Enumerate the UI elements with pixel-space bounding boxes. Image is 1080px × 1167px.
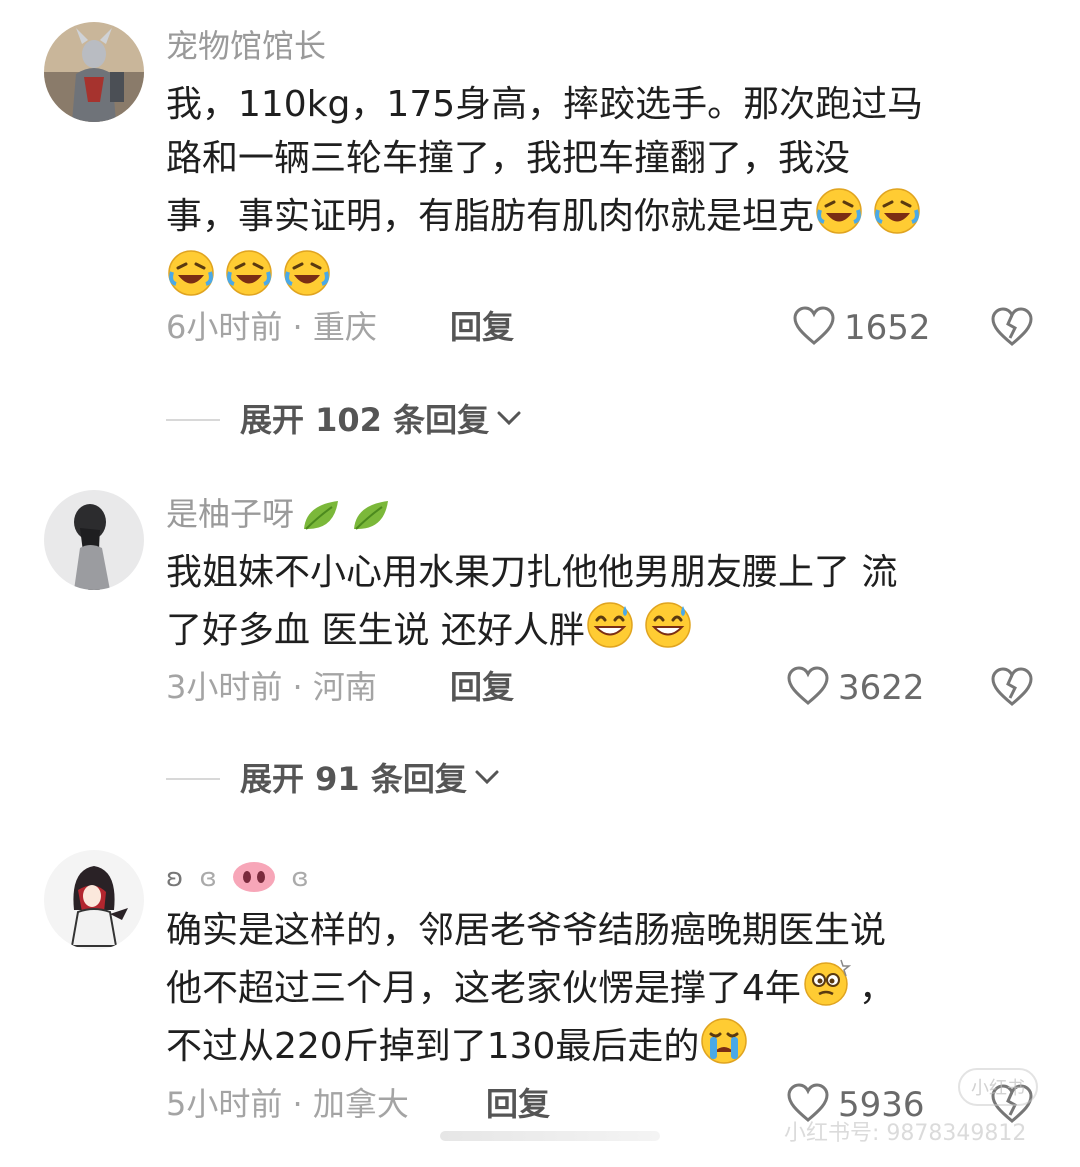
reply-button[interactable]: 回复 [486,1084,550,1124]
comment-text: 确实是这样的，邻居老爷爷结肠癌晚期医生说 他不超过三个月，这老家伙愣是撑了4年 ，… [166,904,1046,1074]
divider-line [166,419,220,421]
comment-time-location: 6小时前 · 重庆 [166,308,377,346]
comment-line-text: 不过从220斤掉到了130最后走的 [166,1026,700,1067]
broken-heart-icon [991,307,1033,346]
home-indicator [440,1131,660,1141]
comment-line-text: 了好多血 医生说 还好人胖 [166,610,585,651]
comment-line-suffix: ， [858,968,895,1009]
like-button[interactable]: 1652 [792,305,931,351]
like-count: 1652 [844,308,931,348]
avatar-image [44,490,144,590]
avatar[interactable] [44,490,144,590]
comment-line-text: 他不超过三个月，这老家伙愣是撑了4年 [166,968,801,1009]
username[interactable]: ʚ ɞ ɞ [166,858,309,906]
comment-line: 不过从220斤掉到了130最后走的 [166,1016,1046,1074]
crying-emoji [699,1016,749,1066]
comment-line: 了好多血 医生说 还好人胖 [166,600,1046,658]
expand-replies-button[interactable]: 展开 91 条回复 [166,759,501,799]
username[interactable]: 宠物馆馆长 [166,26,326,66]
rofl-emoji [166,248,216,298]
chevron-down-icon [473,767,501,791]
username[interactable]: 是柚子呀 [166,494,394,535]
avatar-image [44,850,144,950]
comment-text: 我姐妹不小心用水果刀扎他他男朋友腰上了 流 了好多血 医生说 还好人胖 [166,546,1046,658]
chevron-down-icon [495,408,523,432]
pig-nose-icon [231,860,277,906]
comment-line: 我姐妹不小心用水果刀扎他他男朋友腰上了 流 [166,552,898,593]
comment-time-location: 3小时前 · 河南 [166,668,377,706]
rofl-emoji [224,248,274,298]
sweat-smile-emoji [643,600,693,650]
like-count: 3622 [838,668,925,708]
watermark-logo: 小红书 [958,1068,1038,1106]
watermark-text: 小红书号: 9878349812 [784,1121,1027,1146]
comment-line: 他不超过三个月，这老家伙愣是撑了4年 ， [166,958,1046,1016]
emoji-line [166,244,1046,306]
expand-replies-label: 展开 91 条回复 [240,760,467,798]
avatar-image [44,22,144,122]
like-button[interactable]: 3622 [786,665,925,711]
expand-replies-label: 展开 102 条回复 [240,401,490,439]
dislike-button[interactable] [990,306,1034,350]
username-symbol: ɞ [199,863,217,893]
comment-line: 我，110kg，175身高，摔跤选手。那次跑过马 [166,84,924,125]
divider-line [166,778,220,780]
avatar[interactable] [44,22,144,122]
heart-icon [792,305,836,351]
dizzy-face-emoji [801,958,851,1008]
comment-line: 事，事实证明，有脂肪有肌肉你就是坦克 [166,186,1046,244]
username-symbol: ɞ [291,863,309,893]
username-symbol: ʚ [166,863,184,893]
leaf-icon [350,495,394,535]
comment-item: 宠物馆馆长 我，110kg，175身高，摔跤选手。那次跑过马 路和一辆三轮车撞了… [0,0,1080,460]
reply-button[interactable]: 回复 [450,307,514,347]
rofl-emoji [872,186,922,236]
username-text: 是柚子呀 [166,495,295,533]
comment-line: 路和一辆三轮车撞了，我把车撞翻了，我没 [166,138,851,179]
avatar[interactable] [44,850,144,950]
reply-button[interactable]: 回复 [450,667,514,707]
rofl-emoji [814,186,864,236]
comment-line: 确实是这样的，邻居老爷爷结肠癌晚期医生说 [166,910,887,951]
comment-time-location: 5小时前 · 加拿大 [166,1085,409,1123]
dislike-button[interactable] [990,666,1034,710]
broken-heart-icon [991,667,1033,706]
leaf-icon [300,495,344,535]
comment-line-text: 事，事实证明，有脂肪有肌肉你就是坦克 [166,196,815,237]
comment-text: 我，110kg，175身高，摔跤选手。那次跑过马 路和一辆三轮车撞了，我把车撞翻… [166,78,1046,306]
rofl-emoji [282,248,332,298]
heart-icon [786,665,830,711]
sweat-smile-emoji [585,600,635,650]
expand-replies-button[interactable]: 展开 102 条回复 [166,400,523,440]
